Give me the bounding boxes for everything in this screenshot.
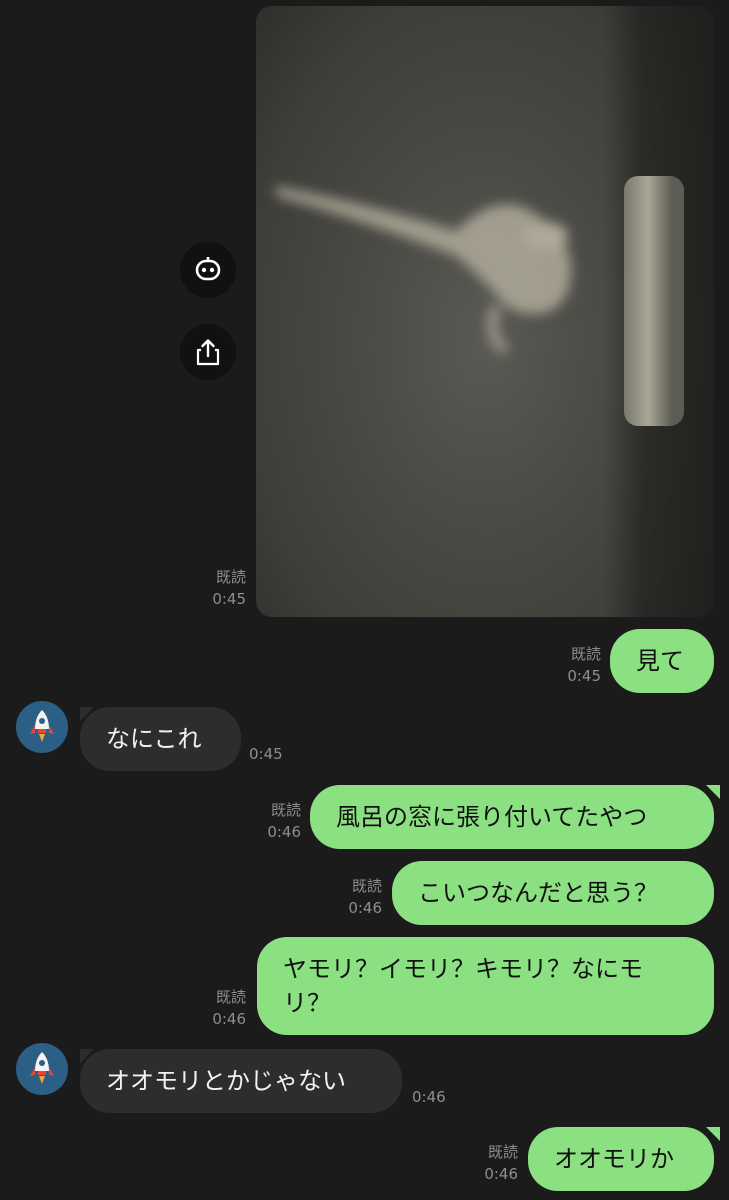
timestamp: 0:45 xyxy=(212,590,246,608)
read-receipt: 既読 xyxy=(487,1143,518,1161)
message-text-line: リ？ xyxy=(283,989,331,1017)
read-receipt: 既読 xyxy=(270,801,301,819)
message-text: 見て xyxy=(636,647,684,675)
message-text: こいつなんだと思う？ xyxy=(418,879,658,907)
message-text: 風呂の窓に張り付いてたやつ xyxy=(336,803,648,831)
share-icon xyxy=(196,339,220,366)
timestamp: 0:46 xyxy=(348,899,382,917)
bubble-tail xyxy=(706,1127,720,1141)
message-meta: 既読 0:46 xyxy=(462,1141,518,1185)
outgoing-message-bubble[interactable]: 見て xyxy=(610,629,714,693)
read-receipt: 既読 xyxy=(215,568,246,586)
bot-face-button[interactable] xyxy=(180,242,236,298)
share-button[interactable] xyxy=(180,324,236,380)
bot-face-icon xyxy=(195,257,221,281)
message-text: オオモリか xyxy=(554,1145,674,1173)
timestamp: 0:45 xyxy=(249,745,283,763)
timestamp: 0:46 xyxy=(212,1010,246,1028)
bubble-tail xyxy=(706,785,720,799)
window-latch xyxy=(624,176,684,426)
message-meta: 既読 0:45 xyxy=(546,643,601,687)
rocket-icon xyxy=(30,710,54,742)
read-receipt: 既読 xyxy=(351,877,382,895)
rocket-icon xyxy=(30,1052,54,1084)
avatar[interactable] xyxy=(16,701,68,753)
outgoing-message-bubble[interactable]: こいつなんだと思う？ xyxy=(392,861,714,925)
timestamp: 0:46 xyxy=(267,823,301,841)
timestamp: 0:46 xyxy=(412,1088,446,1106)
timestamp: 0:46 xyxy=(484,1165,518,1183)
incoming-message-bubble[interactable]: オオモリとかじゃない xyxy=(80,1049,402,1113)
message-text-line: ヤモリ？イモリ？キモリ？なにモ xyxy=(283,955,643,983)
avatar[interactable] xyxy=(16,1043,68,1095)
message-meta: 既読 0:45 xyxy=(190,566,246,610)
incoming-message-bubble[interactable]: なにこれ xyxy=(80,707,241,771)
timestamp: 0:45 xyxy=(567,667,601,685)
read-receipt: 既読 xyxy=(570,645,601,663)
read-receipt: 既読 xyxy=(215,988,246,1006)
message-meta: 既読 0:46 xyxy=(190,986,246,1030)
outgoing-message-bubble[interactable]: ヤモリ？イモリ？キモリ？なにモ リ？ xyxy=(257,937,714,1035)
outgoing-message-bubble[interactable]: 風呂の窓に張り付いてたやつ xyxy=(310,785,714,849)
photo-message[interactable] xyxy=(256,6,714,617)
message-text: なにこれ xyxy=(106,725,202,753)
outgoing-message-bubble[interactable]: オオモリか xyxy=(528,1127,714,1191)
message-meta: 既読 0:46 xyxy=(245,799,301,843)
message-text: オオモリとかじゃない xyxy=(106,1067,346,1095)
message-meta: 既読 0:46 xyxy=(326,875,382,919)
